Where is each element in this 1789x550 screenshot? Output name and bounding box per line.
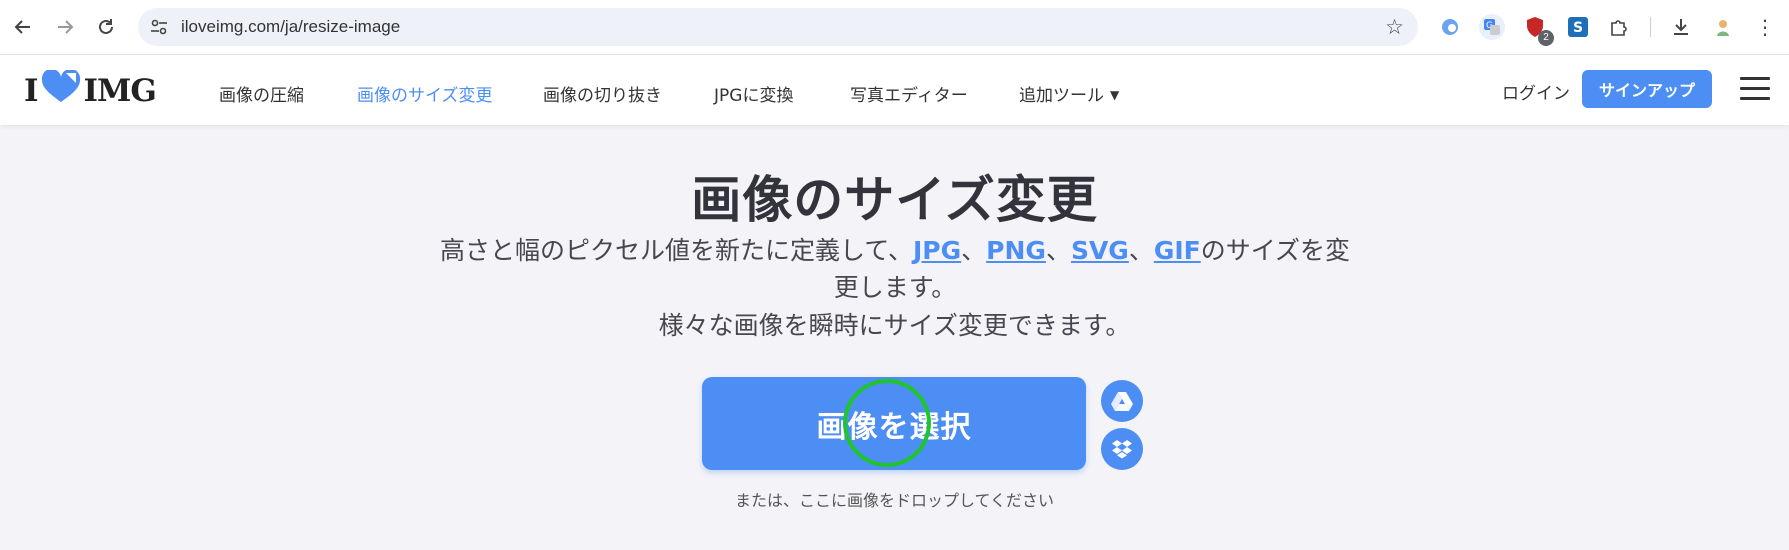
page-title: 画像のサイズ変更 bbox=[691, 171, 1098, 229]
nav-resize-image[interactable]: 画像のサイズ変更 bbox=[357, 81, 493, 106]
caret-down-icon: ▼ bbox=[1110, 88, 1120, 102]
login-link[interactable]: ログイン bbox=[1502, 79, 1570, 104]
address-bar[interactable]: iloveimg.com/ja/resize-image ☆ bbox=[138, 8, 1418, 46]
desc-sep-1: 、 bbox=[961, 236, 987, 265]
back-icon[interactable] bbox=[8, 12, 38, 42]
logo-text-right: IMG bbox=[83, 73, 157, 109]
iloveimg-logo[interactable]: I IMG bbox=[24, 68, 157, 112]
browser-menu-icon[interactable]: ⋮ bbox=[1752, 14, 1778, 40]
nav-crop-image[interactable]: 画像の切り抜き bbox=[543, 81, 662, 106]
drop-hint-text: または、ここに画像をドロップしてください bbox=[734, 491, 1055, 510]
svg-text:S: S bbox=[1573, 20, 1583, 36]
desc-sep-2: 、 bbox=[1045, 236, 1071, 265]
site-header: I IMG 画像の圧縮 画像のサイズ変更 画像の切り抜き JPGに変換 写真エデ… bbox=[0, 55, 1789, 125]
nav-more-tools-label: 追加ツール bbox=[1019, 86, 1104, 106]
shield-badge: 2 bbox=[1538, 30, 1554, 46]
toolbar-separator bbox=[1650, 17, 1651, 37]
link-gif[interactable]: GIF bbox=[1154, 236, 1201, 265]
nav-more-tools[interactable]: 追加ツール ▼ bbox=[1019, 81, 1119, 106]
download-icon[interactable] bbox=[1668, 14, 1694, 40]
page-description: 高さと幅のピクセル値を新たに定義して、JPG、PNG、SVG、GIFのサイズを変… bbox=[430, 232, 1360, 306]
profile-avatar-icon[interactable] bbox=[1710, 14, 1736, 40]
link-png[interactable]: PNG bbox=[986, 236, 1046, 265]
shield-icon[interactable]: 2 bbox=[1522, 14, 1554, 46]
link-jpg[interactable]: JPG bbox=[913, 236, 961, 265]
nav-compress-image[interactable]: 画像の圧縮 bbox=[219, 81, 304, 106]
nav-convert-to-jpg[interactable]: JPGに変換 bbox=[714, 81, 793, 106]
bookmark-star-icon[interactable]: ☆ bbox=[1385, 15, 1404, 39]
site-settings-icon[interactable] bbox=[148, 16, 170, 38]
desc-sep-3: 、 bbox=[1128, 236, 1154, 265]
s-icon[interactable]: S bbox=[1565, 14, 1591, 40]
signup-button[interactable]: サインアップ bbox=[1582, 70, 1712, 108]
desc-prefix: 高さと幅のピクセル値を新たに定義して、 bbox=[439, 236, 913, 265]
forward-icon[interactable] bbox=[50, 12, 80, 42]
page-subdescription: 様々な画像を瞬時にサイズ変更できます。 bbox=[658, 311, 1131, 340]
logo-text-left: I bbox=[24, 73, 38, 109]
link-svg[interactable]: SVG bbox=[1071, 236, 1129, 265]
edge-icon[interactable] bbox=[1437, 14, 1463, 40]
heart-icon bbox=[40, 68, 82, 112]
nav-photo-editor[interactable]: 写真エディター bbox=[850, 81, 968, 106]
hamburger-menu-icon[interactable] bbox=[1740, 77, 1770, 103]
puzzle-icon[interactable] bbox=[1606, 14, 1632, 40]
url-text[interactable]: iloveimg.com/ja/resize-image bbox=[181, 17, 400, 37]
dropbox-icon[interactable] bbox=[1101, 428, 1143, 470]
translate-icon[interactable]: G bbox=[1479, 14, 1505, 40]
browser-toolbar: iloveimg.com/ja/resize-image ☆ G 2 S ⋮ bbox=[0, 0, 1789, 55]
reload-icon[interactable] bbox=[91, 12, 121, 42]
select-images-button[interactable]: 画像を選択 bbox=[702, 377, 1086, 470]
google-drive-icon[interactable] bbox=[1101, 380, 1143, 422]
